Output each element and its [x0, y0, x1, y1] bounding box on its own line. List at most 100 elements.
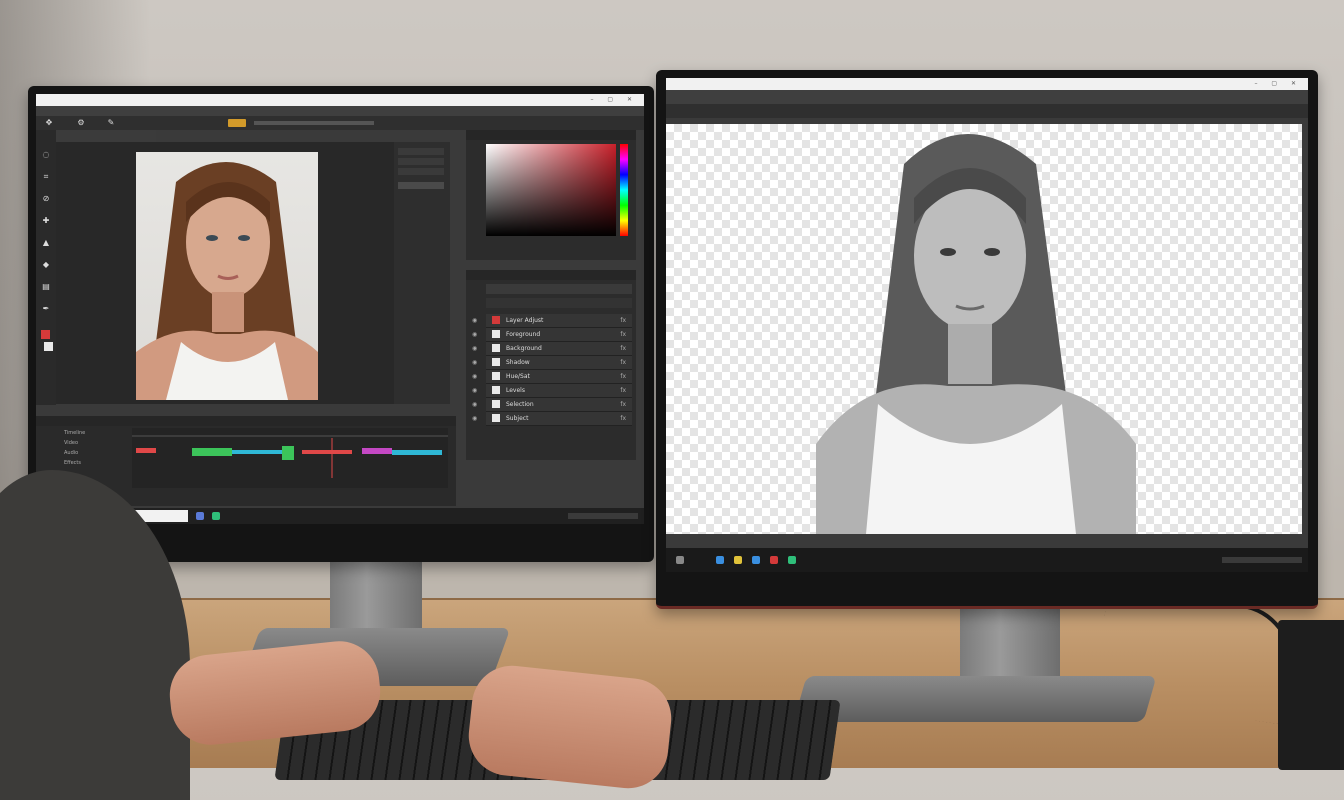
- timeline-clip-green: [192, 448, 232, 456]
- taskbar-app-icon[interactable]: [788, 556, 796, 564]
- timeline-label: Effects: [64, 460, 81, 466]
- move-tool-icon[interactable]: ✥: [44, 118, 54, 128]
- layer-row[interactable]: ◉ Layer Adjust fx: [472, 314, 632, 328]
- layer-name: Layer Adjust: [506, 317, 544, 324]
- layer-fx: fx: [620, 373, 626, 380]
- visibility-eye-icon[interactable]: ◉: [472, 370, 477, 383]
- system-tray: [568, 513, 638, 519]
- history-item[interactable]: [398, 148, 444, 155]
- healing-tool-icon[interactable]: ✚: [41, 216, 51, 226]
- right-hand: [464, 661, 676, 793]
- lasso-tool-icon[interactable]: ◌: [41, 150, 51, 160]
- options-slider[interactable]: [254, 121, 374, 125]
- layers-panel-header: [466, 270, 636, 280]
- timeline-clip-red: [302, 450, 352, 454]
- right-monitor: – ▢ ✕: [656, 70, 1318, 609]
- document-tab[interactable]: [56, 130, 156, 142]
- visibility-eye-icon[interactable]: ◉: [472, 328, 477, 341]
- history-item[interactable]: [398, 158, 444, 165]
- visibility-eye-icon[interactable]: ◉: [472, 342, 477, 355]
- layer-thumbnail: [492, 330, 500, 338]
- taskbar-app-icon[interactable]: [196, 512, 204, 520]
- timeline-clip-red: [136, 448, 156, 453]
- layer-thumbnail: [492, 316, 500, 324]
- layer-thumbnail: [492, 344, 500, 352]
- taskbar-app-icon[interactable]: [716, 556, 724, 564]
- layer-row[interactable]: ◉ Background fx: [472, 342, 632, 356]
- layer-fx: fx: [620, 401, 626, 408]
- left-menubar: [36, 106, 644, 116]
- hue-slider[interactable]: [620, 144, 628, 236]
- right-window-titlebar: – ▢ ✕: [666, 78, 1308, 90]
- settings-icon[interactable]: ⚙: [76, 118, 86, 128]
- taskbar-app-icon[interactable]: [752, 556, 760, 564]
- timeline-label: Timeline: [64, 430, 86, 436]
- layer-name: Subject: [506, 415, 529, 422]
- layers-blend-bar[interactable]: [486, 298, 632, 308]
- history-panel: [394, 142, 450, 404]
- layer-name: Levels: [506, 387, 525, 394]
- right-options-bar: [666, 104, 1308, 118]
- visibility-eye-icon[interactable]: ◉: [472, 412, 477, 425]
- system-tray: [1222, 557, 1302, 563]
- zoom-badge[interactable]: [228, 119, 246, 127]
- timeline-tracks[interactable]: [132, 428, 448, 488]
- gradient-tool-icon[interactable]: ▤: [41, 282, 51, 292]
- visibility-eye-icon[interactable]: ◉: [472, 384, 477, 397]
- left-options-bar: ✥ ⚙ ✎: [36, 116, 644, 130]
- layer-row[interactable]: ◉ Subject fx: [472, 412, 632, 426]
- layer-row[interactable]: ◉ Selection fx: [472, 398, 632, 412]
- layers-filter-bar[interactable]: [486, 284, 632, 294]
- layer-row[interactable]: ◉ Foreground fx: [472, 328, 632, 342]
- left-window-titlebar: – ▢ ✕: [36, 94, 644, 106]
- left-monitor: – ▢ ✕ ✥ ⚙ ✎ ◌ ⌗ ⊘ ✚ ▲ ◆ ▤ ✒ ◉ Layer Adju…: [28, 86, 654, 562]
- taskbar-app-icon[interactable]: [734, 556, 742, 564]
- layer-fx: fx: [620, 345, 626, 352]
- window-controls[interactable]: – ▢ ✕: [590, 94, 638, 106]
- color-field[interactable]: [486, 144, 616, 236]
- layer-fx: fx: [620, 317, 626, 324]
- brush-icon[interactable]: ✎: [106, 118, 116, 128]
- history-item[interactable]: [398, 168, 444, 175]
- layer-thumbnail: [492, 386, 500, 394]
- layer-list: ◉ Layer Adjust fx ◉ Foreground fx ◉ Background f…: [472, 314, 632, 434]
- visibility-eye-icon[interactable]: ◉: [472, 356, 477, 369]
- transparent-canvas[interactable]: [666, 124, 1302, 534]
- stamp-tool-icon[interactable]: ▲: [41, 238, 51, 248]
- document-area: [56, 130, 394, 404]
- toolbox: ◌ ⌗ ⊘ ✚ ▲ ◆ ▤ ✒: [36, 130, 56, 405]
- layer-thumbnail: [492, 358, 500, 366]
- foreground-color-swatch[interactable]: [41, 330, 50, 339]
- taskbar-app-icon[interactable]: [212, 512, 220, 520]
- portrait-photo-canvas[interactable]: [136, 152, 318, 400]
- layer-name: Selection: [506, 401, 534, 408]
- layer-fx: fx: [620, 359, 626, 366]
- background-color-swatch[interactable]: [44, 342, 53, 351]
- right-taskbar: [666, 548, 1308, 572]
- layer-name: Hue/Sat: [506, 373, 530, 380]
- cutout-subject: [816, 134, 1136, 534]
- layer-row[interactable]: ◉ Shadow fx: [472, 356, 632, 370]
- taskbar-app-icon[interactable]: [770, 556, 778, 564]
- timeline-clip-green: [282, 446, 294, 460]
- layer-row[interactable]: ◉ Hue/Sat fx: [472, 370, 632, 384]
- history-item-selected[interactable]: [398, 182, 444, 189]
- layer-row[interactable]: ◉ Levels fx: [472, 384, 632, 398]
- layers-panel: ◉ Layer Adjust fx ◉ Foreground fx ◉ Background f…: [466, 270, 636, 460]
- timeline-clip-magenta: [362, 448, 392, 454]
- left-screen: – ▢ ✕ ✥ ⚙ ✎ ◌ ⌗ ⊘ ✚ ▲ ◆ ▤ ✒ ◉ Layer Adju…: [36, 94, 644, 524]
- visibility-eye-icon[interactable]: ◉: [472, 398, 477, 411]
- eyedropper-icon[interactable]: ⊘: [41, 194, 51, 204]
- timeline-header: [36, 416, 456, 426]
- taskbar-app-icon[interactable]: [676, 556, 684, 564]
- layer-thumbnail: [492, 372, 500, 380]
- crop-tool-icon[interactable]: ⌗: [41, 172, 51, 182]
- desk-organizer: [1278, 620, 1344, 770]
- layer-thumbnail: [492, 414, 500, 422]
- eraser-tool-icon[interactable]: ◆: [41, 260, 51, 270]
- layer-name: Foreground: [506, 331, 541, 338]
- layer-name: Shadow: [506, 359, 530, 366]
- pen-tool-icon[interactable]: ✒: [41, 304, 51, 314]
- visibility-eye-icon[interactable]: ◉: [472, 314, 477, 327]
- window-controls[interactable]: – ▢ ✕: [1254, 78, 1302, 90]
